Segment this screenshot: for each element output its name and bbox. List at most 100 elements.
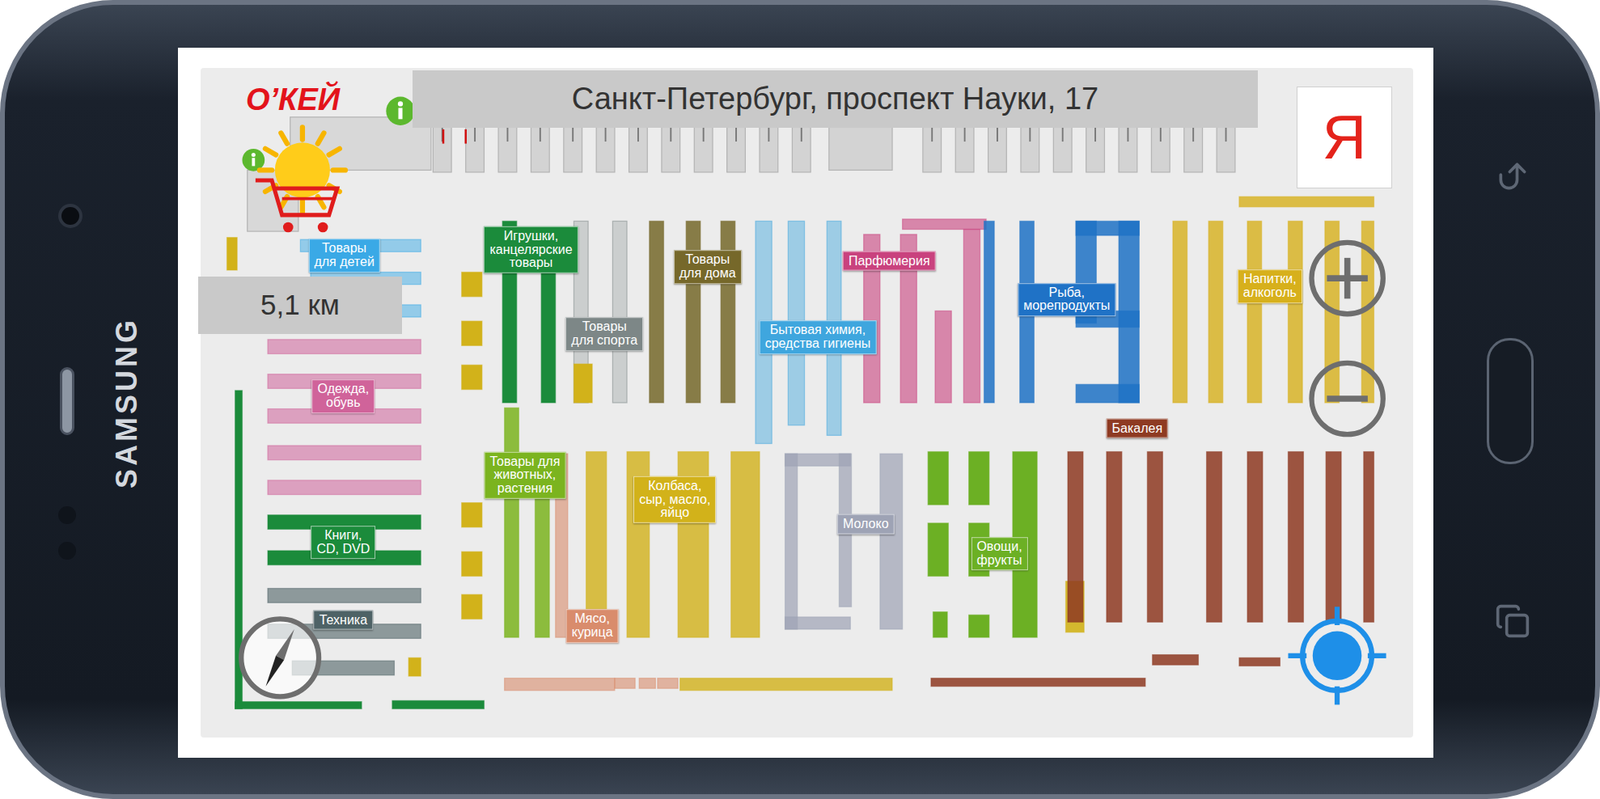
shelf[interactable] [612, 220, 627, 403]
shelf[interactable] [649, 220, 665, 403]
shelf[interactable] [1363, 452, 1375, 623]
section-label[interactable]: Рыба, морепродукты [1017, 283, 1116, 318]
shelf[interactable] [504, 407, 520, 638]
speaker [59, 367, 75, 436]
back-button[interactable] [1494, 158, 1531, 195]
shelf[interactable] [1206, 452, 1223, 623]
checkout [694, 126, 713, 173]
shelf[interactable] [461, 503, 483, 528]
address-bar: Санкт-Петербург, проспект Науки, 17 [412, 70, 1258, 128]
shelf[interactable] [1152, 655, 1199, 666]
section-label[interactable]: Бытовая химия, средства гигиены [759, 320, 877, 355]
camera [58, 203, 83, 229]
phone-body: SAMSUNGО’КЕЙСанкт-Петербург, проспект На… [0, 0, 1600, 799]
shelf[interactable] [969, 452, 990, 506]
shelf[interactable] [1287, 452, 1304, 623]
sensor [58, 541, 77, 560]
section-label[interactable]: Товары для детей [308, 239, 380, 274]
section-label[interactable]: Книги, CD, DVD [310, 525, 376, 560]
shelf[interactable] [1239, 657, 1280, 666]
shelf[interactable] [927, 452, 949, 506]
recents-button[interactable] [1494, 603, 1531, 640]
sun-cart-icon [255, 126, 346, 233]
compass-icon[interactable] [241, 618, 319, 697]
section-label[interactable]: Товары для дома [673, 249, 742, 284]
zoom-in-icon[interactable] [1312, 242, 1384, 314]
checkout [661, 126, 681, 173]
shelf[interactable] [461, 364, 483, 390]
shelf[interactable] [927, 523, 949, 577]
shelf[interactable] [685, 220, 701, 403]
checkout [629, 126, 648, 173]
shelf[interactable] [461, 272, 483, 297]
shelf[interactable] [1067, 452, 1084, 623]
shelf[interactable] [639, 678, 656, 690]
address-text: Санкт-Петербург, проспект Науки, 17 [571, 76, 1099, 123]
shelf[interactable] [267, 588, 421, 604]
shelf[interactable] [963, 229, 980, 403]
section-label[interactable]: Парфюмерия [842, 250, 936, 271]
checkout [465, 126, 485, 173]
my-location-icon[interactable] [1287, 606, 1386, 705]
shelf[interactable] [1247, 452, 1263, 623]
section-label[interactable]: Напитки, алкоголь [1237, 269, 1303, 304]
shelf[interactable] [880, 453, 903, 630]
sensor [58, 506, 77, 525]
shelf[interactable] [1208, 220, 1224, 403]
checkout [432, 126, 452, 173]
section-label[interactable]: Товары для спорта [565, 317, 644, 352]
shelf[interactable] [235, 702, 362, 710]
zoom-out-icon[interactable] [1312, 363, 1384, 435]
section-label[interactable]: Техника [313, 609, 373, 631]
shelf[interactable] [731, 452, 760, 639]
section-label[interactable]: Игрушки, канцелярские товары [483, 226, 578, 274]
shelf[interactable] [720, 220, 736, 403]
shelf[interactable] [657, 678, 678, 690]
shelf[interactable] [1325, 452, 1342, 623]
shelf[interactable] [392, 700, 485, 709]
section-label[interactable]: Одежда, обувь [312, 380, 376, 415]
shelf[interactable] [1287, 220, 1303, 403]
shelf[interactable] [1239, 196, 1375, 208]
home-button[interactable] [1486, 338, 1534, 465]
section-label[interactable]: Бакалея [1106, 418, 1169, 439]
shelf[interactable] [1247, 220, 1262, 403]
shelf[interactable] [227, 237, 238, 271]
section-label[interactable]: Молоко [837, 514, 895, 535]
section-label[interactable]: Товары для животных, растения [483, 451, 566, 499]
shelf[interactable] [969, 614, 990, 638]
checkout [955, 126, 974, 173]
section-label[interactable]: Мясо, курица [566, 609, 619, 644]
shelf[interactable] [785, 617, 851, 630]
provider-logo[interactable]: Я [1296, 86, 1393, 189]
shelf[interactable] [1172, 220, 1188, 403]
shelf[interactable] [504, 678, 615, 691]
shelf[interactable] [931, 678, 1146, 687]
shelf[interactable] [267, 480, 421, 496]
shelf[interactable] [1147, 452, 1163, 623]
shelf[interactable] [408, 657, 421, 677]
checkout [1118, 126, 1138, 173]
shelf[interactable] [932, 612, 948, 639]
store-logo: О’КЕЙ [245, 83, 340, 118]
shelf[interactable] [461, 321, 483, 346]
shelf[interactable] [461, 551, 483, 576]
section-label[interactable]: Овощи, фрукты [970, 537, 1028, 572]
checkout [791, 126, 811, 173]
shelf[interactable] [461, 594, 483, 619]
shelf[interactable] [984, 220, 995, 403]
checkout [563, 126, 583, 173]
shelf[interactable] [267, 445, 421, 461]
shelf[interactable] [902, 219, 987, 230]
section-label[interactable]: Колбаса, сыр, масло, яйцо [633, 476, 716, 524]
shelf[interactable] [267, 339, 421, 355]
checkout [759, 126, 779, 173]
shelf[interactable] [1106, 452, 1122, 623]
shelf[interactable] [935, 310, 952, 403]
shelf[interactable] [785, 453, 798, 630]
shelf[interactable] [680, 678, 893, 691]
shelf[interactable] [573, 364, 593, 403]
shelf[interactable] [1118, 220, 1139, 403]
info-icon[interactable] [385, 97, 415, 126]
shelf[interactable] [614, 678, 635, 690]
